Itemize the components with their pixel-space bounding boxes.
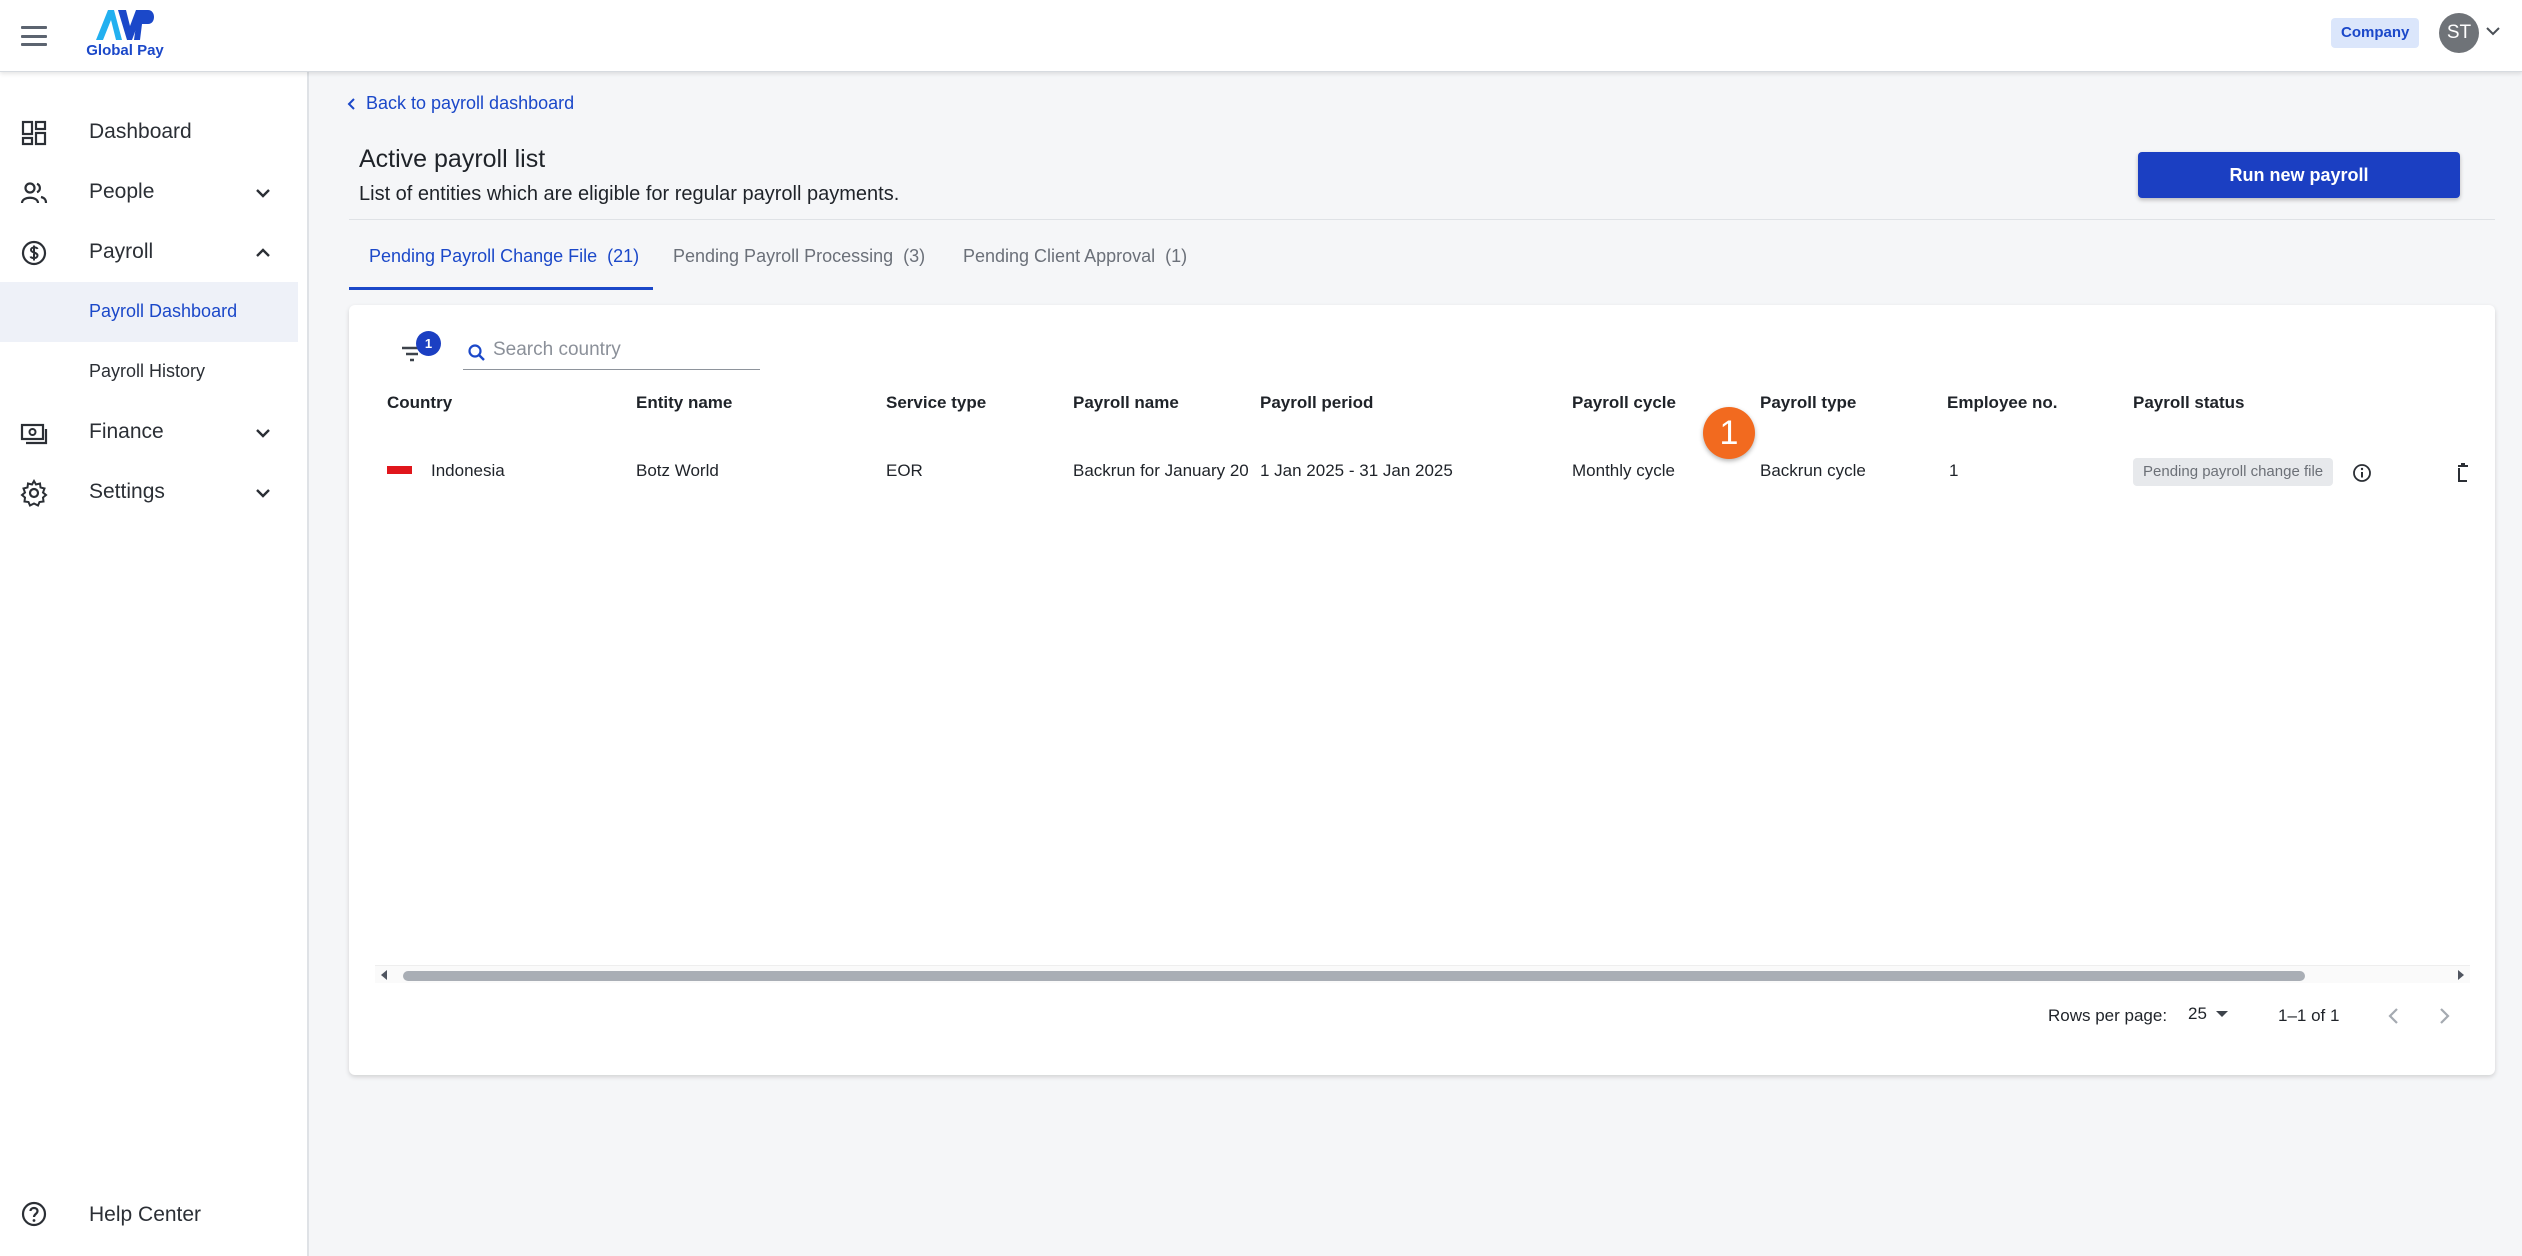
column-header-employee-no[interactable]: Employee no. [1947, 393, 2058, 413]
sidebar-item-label: Payroll [89, 240, 154, 263]
column-header-payroll-cycle[interactable]: Payroll cycle [1572, 393, 1676, 413]
column-header-service-type[interactable]: Service type [886, 393, 986, 413]
sidebar-item-label: Help Center [89, 1203, 202, 1226]
column-header-payroll-period[interactable]: Payroll period [1260, 393, 1373, 413]
tab-pending-payroll-processing[interactable]: Pending Payroll Processing (3) [673, 246, 925, 290]
sidebar-item-label: Finance [89, 420, 164, 443]
chevron-down-icon [256, 189, 270, 198]
previous-page-icon[interactable] [2384, 1005, 2404, 1027]
page-subtitle: List of entities which are eligible for … [359, 183, 900, 205]
cell-entity-name: Botz World [636, 461, 719, 480]
scrollbar-thumb[interactable] [403, 971, 2305, 981]
sidebar: Dashboard People Payroll Payroll Dashboa… [0, 72, 309, 1256]
tab-pending-payroll-change-file[interactable]: Pending Payroll Change File (21) [369, 246, 639, 290]
tab-pending-client-approval[interactable]: Pending Client Approval (1) [963, 246, 1187, 290]
back-link[interactable]: Back to payroll dashboard [346, 93, 574, 114]
sidebar-item-help-center[interactable]: Help Center [0, 1186, 309, 1242]
status-badge: Pending payroll change file [2133, 458, 2334, 486]
cell-payroll-name: Backrun for January 2025 [1073, 461, 1248, 480]
column-header-payroll-name[interactable]: Payroll name [1073, 393, 1179, 413]
tab-count: (21) [607, 246, 640, 266]
people-icon [20, 182, 48, 204]
cell-payroll-cycle: Monthly cycle [1572, 461, 1675, 480]
logo-mark-icon [96, 10, 154, 40]
divider [349, 219, 2495, 220]
sidebar-item-finance[interactable]: Finance [0, 402, 309, 462]
tab-count: (1) [1165, 246, 1188, 266]
filter-count-badge: 1 [416, 331, 441, 356]
active-tab-indicator [349, 287, 653, 290]
step-marker: 1 [1703, 407, 1755, 459]
tab-label: Pending Payroll Processing [673, 246, 894, 266]
app-logo[interactable]: Global Pay [80, 6, 170, 62]
chevron-left-icon [347, 97, 355, 110]
cell-service-type: EOR [886, 461, 923, 480]
sidebar-item-payroll-dashboard[interactable]: Payroll Dashboard [0, 282, 298, 342]
rows-per-page-value: 25 [2188, 1004, 2207, 1023]
sidebar-item-people[interactable]: People [0, 162, 309, 222]
help-icon [21, 1201, 47, 1227]
cell-country: Indonesia [431, 461, 505, 480]
horizontal-scrollbar[interactable] [375, 965, 2470, 983]
top-app-bar: Global Pay Company ST [0, 0, 2522, 72]
avatar[interactable]: ST [2439, 13, 2479, 53]
sidebar-item-label: People [89, 180, 155, 203]
scroll-right-arrow-icon[interactable] [2455, 969, 2467, 981]
tab-label: Pending Payroll Change File [369, 246, 598, 266]
menu-icon[interactable] [18, 22, 50, 50]
tab-count: (3) [903, 246, 926, 266]
gear-icon [20, 479, 48, 507]
finance-icon [20, 423, 48, 445]
column-header-entity-name[interactable]: Entity name [636, 393, 732, 413]
cell-payroll-period: 1 Jan 2025 - 31 Jan 2025 [1260, 461, 1453, 480]
search-input[interactable] [493, 336, 755, 364]
sidebar-item-label: Payroll Dashboard [89, 301, 238, 321]
scroll-left-arrow-icon[interactable] [378, 969, 390, 981]
payroll-table-card [349, 305, 2495, 1075]
sidebar-item-label: Settings [89, 480, 165, 503]
sidebar-item-label: Payroll History [89, 361, 206, 381]
indonesia-flag-icon [387, 466, 412, 483]
cell-employee-no: 1 [1949, 461, 1959, 480]
chevron-up-icon [256, 248, 270, 257]
column-header-payroll-type[interactable]: Payroll type [1760, 393, 1856, 413]
rows-per-page-label: Rows per page: [2048, 1006, 2168, 1025]
dollar-icon [21, 240, 47, 266]
run-new-payroll-button[interactable]: Run new payroll [2138, 152, 2460, 198]
delete-icon[interactable] [2456, 462, 2470, 484]
pagination-range: 1–1 of 1 [2278, 1006, 2340, 1025]
back-link-label: Back to payroll dashboard [366, 93, 575, 113]
chevron-down-icon [256, 489, 270, 498]
rows-per-page-select[interactable]: 25 [2188, 1004, 2229, 1024]
chevron-down-icon [256, 429, 270, 438]
search-field [463, 334, 760, 370]
search-icon [468, 344, 485, 361]
sidebar-item-dashboard[interactable]: Dashboard [0, 102, 309, 162]
company-badge[interactable]: Company [2331, 18, 2420, 48]
info-icon[interactable] [2352, 463, 2372, 483]
sidebar-item-payroll-history[interactable]: Payroll History [0, 342, 298, 402]
dropdown-arrow-icon [2215, 1011, 2228, 1017]
next-page-icon[interactable] [2434, 1005, 2454, 1027]
column-header-country[interactable]: Country [387, 393, 452, 413]
cell-payroll-type: Backrun cycle [1760, 461, 1866, 480]
chevron-down-icon[interactable] [2485, 25, 2501, 37]
dashboard-icon [21, 120, 47, 146]
sidebar-item-settings[interactable]: Settings [0, 462, 309, 522]
sidebar-item-label: Dashboard [89, 120, 192, 143]
column-header-payroll-status[interactable]: Payroll status [2133, 393, 2245, 413]
page-title: Active payroll list [359, 145, 546, 173]
sidebar-item-payroll[interactable]: Payroll [0, 222, 309, 282]
tab-label: Pending Client Approval [963, 246, 1156, 266]
logo-text: Global Pay [86, 42, 164, 59]
